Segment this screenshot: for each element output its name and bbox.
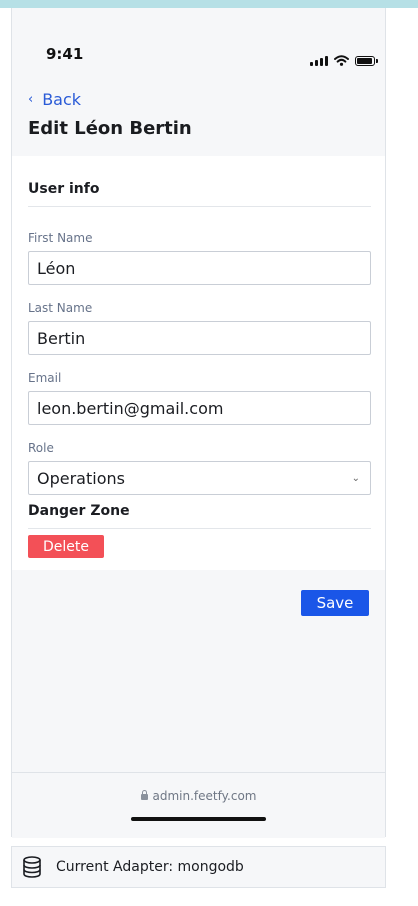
wifi-icon	[334, 55, 349, 66]
danger-divider	[28, 528, 371, 529]
delete-button[interactable]: Delete	[28, 535, 104, 558]
save-button[interactable]: Save	[301, 590, 369, 616]
email-field[interactable]	[28, 391, 371, 425]
chevron-left-icon: ‹	[28, 92, 34, 107]
lock-icon	[140, 790, 148, 800]
edit-user-card: User info First Name Last Name Email Rol…	[12, 156, 385, 570]
url-display[interactable]: admin.feetfy.com	[12, 789, 385, 803]
home-indicator	[131, 817, 266, 821]
status-bar: 9:41	[12, 8, 385, 78]
section-title-user-info: User info	[28, 181, 100, 197]
adapter-footer: Current Adapter: mongodb	[11, 846, 386, 888]
back-link[interactable]: ‹ Back	[28, 90, 81, 109]
last-name-label: Last Name	[28, 301, 93, 315]
top-color-strip	[0, 0, 418, 8]
role-select[interactable]: Operations ⌄	[28, 461, 371, 495]
battery-icon	[355, 56, 378, 66]
database-icon	[22, 856, 42, 878]
status-icons	[310, 55, 378, 66]
section-title-danger-zone: Danger Zone	[28, 503, 130, 519]
adapter-text: Current Adapter: mongodb	[56, 859, 244, 875]
browser-url-bar: admin.feetfy.com	[12, 772, 385, 838]
page-title: Edit Léon Bertin	[28, 118, 192, 139]
first-name-field[interactable]	[28, 251, 371, 285]
email-label: Email	[28, 371, 62, 385]
phone-frame: 9:41 ‹ Back Edit Léon Bertin User info F…	[11, 8, 386, 838]
chevron-down-icon: ⌄	[351, 472, 360, 484]
status-time: 9:41	[46, 45, 84, 63]
first-name-label: First Name	[28, 231, 93, 245]
role-label: Role	[28, 441, 54, 455]
back-label: Back	[42, 90, 82, 109]
signal-icon	[310, 55, 328, 66]
section-divider	[28, 206, 371, 207]
url-text: admin.feetfy.com	[152, 789, 257, 803]
last-name-field[interactable]	[28, 321, 371, 355]
role-selected-value: Operations	[37, 468, 125, 488]
